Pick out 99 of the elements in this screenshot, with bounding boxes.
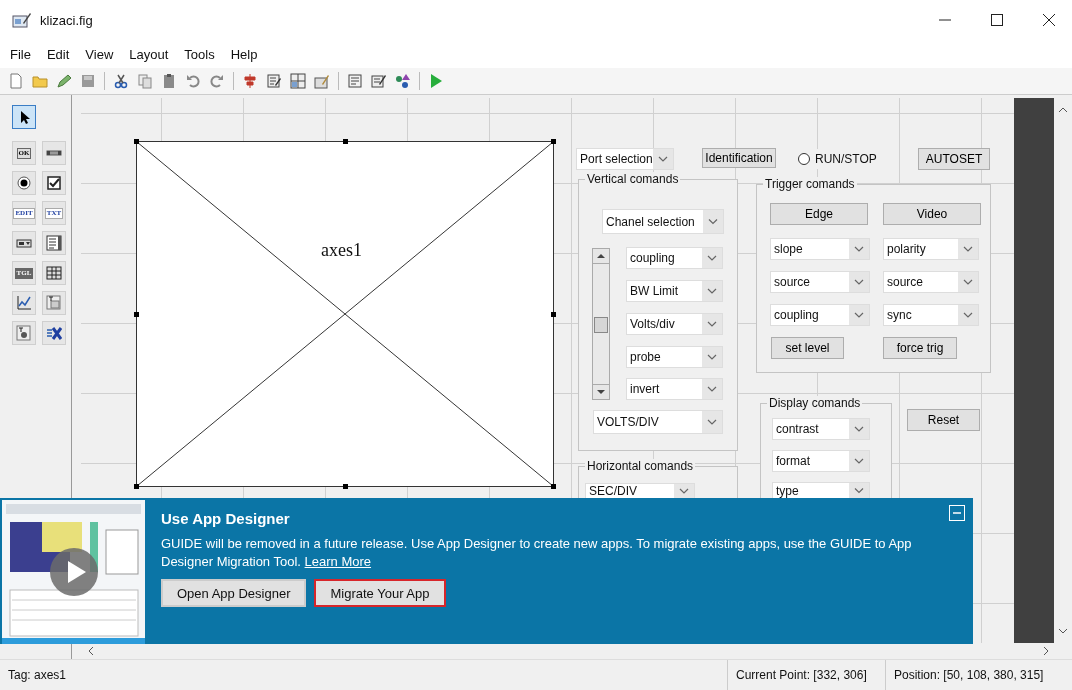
chevron-down-icon xyxy=(958,239,978,259)
trigger-action-button[interactable]: set level xyxy=(771,337,844,359)
document-icon[interactable] xyxy=(347,73,363,89)
resize-handle[interactable] xyxy=(134,312,139,317)
scissors-icon[interactable] xyxy=(113,73,129,89)
dropdown[interactable]: coupling xyxy=(770,304,870,326)
paste-icon[interactable] xyxy=(161,73,177,89)
slider-thumb[interactable] xyxy=(594,317,608,333)
status-current-point: Current Point: [332, 306] xyxy=(727,660,885,690)
panel-title: Display comands xyxy=(767,396,863,410)
learn-more-link[interactable]: Learn More xyxy=(304,554,372,569)
dropdown[interactable]: BW Limit xyxy=(626,280,723,302)
figure-file-icon xyxy=(12,11,32,29)
dropdown[interactable]: slope xyxy=(770,238,870,260)
pencil-icon[interactable] xyxy=(56,73,72,89)
document-pencil-icon[interactable] xyxy=(266,73,282,89)
banner-button[interactable]: Open App Designer xyxy=(161,579,307,607)
chevron-down-icon xyxy=(958,272,978,292)
table-icon xyxy=(46,265,62,281)
dropdown[interactable]: polarity xyxy=(883,238,979,260)
chevron-down-icon xyxy=(849,419,869,439)
shapes-icon[interactable] xyxy=(395,73,411,89)
chevron-down-icon xyxy=(702,411,722,433)
identification-button[interactable]: Identification xyxy=(702,148,776,168)
trigger-mode-button[interactable]: Edge xyxy=(770,203,868,225)
maximize-icon[interactable] xyxy=(990,13,1004,27)
chevron-down-icon xyxy=(958,305,978,325)
menu-item[interactable]: View xyxy=(85,46,114,62)
chevron-down-icon xyxy=(703,210,723,233)
window-title: klizaci.fig xyxy=(40,12,93,28)
dropdown[interactable]: probe xyxy=(626,346,723,368)
dropdown[interactable]: Port selection xyxy=(576,148,674,170)
chevron-down-icon xyxy=(849,305,869,325)
resize-handle[interactable] xyxy=(551,484,556,489)
axes-placeholder[interactable]: axes1 xyxy=(136,141,554,487)
chevron-down-icon xyxy=(702,248,722,268)
autoset-button[interactable]: AUTOSET xyxy=(918,148,990,170)
resize-handle[interactable] xyxy=(551,139,556,144)
play-icon[interactable] xyxy=(428,73,444,89)
menu-item[interactable]: Tools xyxy=(184,46,215,62)
dropdown[interactable]: format xyxy=(772,450,870,472)
chevron-down-icon xyxy=(702,379,722,399)
resize-handle[interactable] xyxy=(134,484,139,489)
chevron-down-icon xyxy=(849,451,869,471)
save-icon[interactable] xyxy=(80,73,96,89)
chevron-down-icon xyxy=(702,314,722,334)
close-icon[interactable] xyxy=(1042,13,1056,27)
menu-item[interactable]: Help xyxy=(230,46,258,62)
chevron-down-icon xyxy=(849,239,869,259)
dropdown[interactable]: sync xyxy=(883,304,979,326)
menu-item[interactable]: Layout xyxy=(129,46,169,62)
undo-icon[interactable] xyxy=(185,73,201,89)
copy-icon[interactable] xyxy=(137,73,153,89)
banner-title: Use App Designer xyxy=(161,510,290,527)
window-pencil-icon[interactable] xyxy=(314,73,330,89)
redo-icon[interactable] xyxy=(209,73,225,89)
list-icon xyxy=(46,235,62,251)
dropdown[interactable]: source xyxy=(770,271,870,293)
trigger-action-button[interactable]: force trig xyxy=(883,337,957,359)
align-icon[interactable] xyxy=(242,73,258,89)
chevron-down-icon xyxy=(653,149,673,169)
menu-item[interactable]: File xyxy=(10,46,31,62)
activex-icon xyxy=(46,325,62,341)
resize-handle[interactable] xyxy=(134,139,139,144)
grid-icon[interactable] xyxy=(290,73,306,89)
radio-button-icon xyxy=(16,175,32,191)
vertical-slider[interactable] xyxy=(592,248,610,400)
dropdown[interactable]: source xyxy=(883,271,979,293)
chevron-down-icon xyxy=(702,281,722,301)
dropdown[interactable]: VOLTS/DIV xyxy=(593,410,723,434)
banner-message: GUIDE will be removed in a future release. Use App Designer to create new apps. To migrate existing apps, use the GUIDE to App Designer Migration Tool. Learn More xyxy=(161,535,913,571)
menu-item[interactable]: Edit xyxy=(46,46,70,62)
panel-title: Trigger comands xyxy=(763,177,857,191)
status-tag: Tag: axes1 xyxy=(0,660,727,690)
checkbox-icon xyxy=(46,175,62,191)
dropdown[interactable]: coupling xyxy=(626,247,723,269)
panel-title: Vertical comands xyxy=(585,172,681,186)
chevron-down-icon xyxy=(702,347,722,367)
tool-button[interactable] xyxy=(12,105,36,129)
resize-handle[interactable] xyxy=(551,312,556,317)
trigger-mode-button[interactable]: Video xyxy=(883,203,981,225)
collapse-icon[interactable] xyxy=(949,505,965,521)
resize-handle[interactable] xyxy=(343,139,348,144)
new-file-icon[interactable] xyxy=(8,73,24,89)
dropdown[interactable]: SEC/DIV xyxy=(585,483,695,499)
dropdown[interactable]: contrast xyxy=(772,418,870,440)
resize-handle[interactable] xyxy=(343,484,348,489)
panel-title: Horizontal comands xyxy=(585,459,696,473)
chevron-down-icon xyxy=(849,272,869,292)
document-pencil-icon[interactable] xyxy=(371,73,387,89)
banner-button[interactable]: Migrate Your App xyxy=(314,579,446,607)
dropdown[interactable]: Chanel selection xyxy=(602,209,724,234)
button-group-icon xyxy=(16,325,32,341)
status-position: Position: [50, 108, 380, 315] xyxy=(885,660,1072,690)
line-chart-icon xyxy=(16,295,32,311)
dropdown[interactable]: Volts/div xyxy=(626,313,723,335)
panel-icon xyxy=(46,295,62,311)
dropdown[interactable]: invert xyxy=(626,378,723,400)
reset-button[interactable]: Reset xyxy=(907,409,980,431)
